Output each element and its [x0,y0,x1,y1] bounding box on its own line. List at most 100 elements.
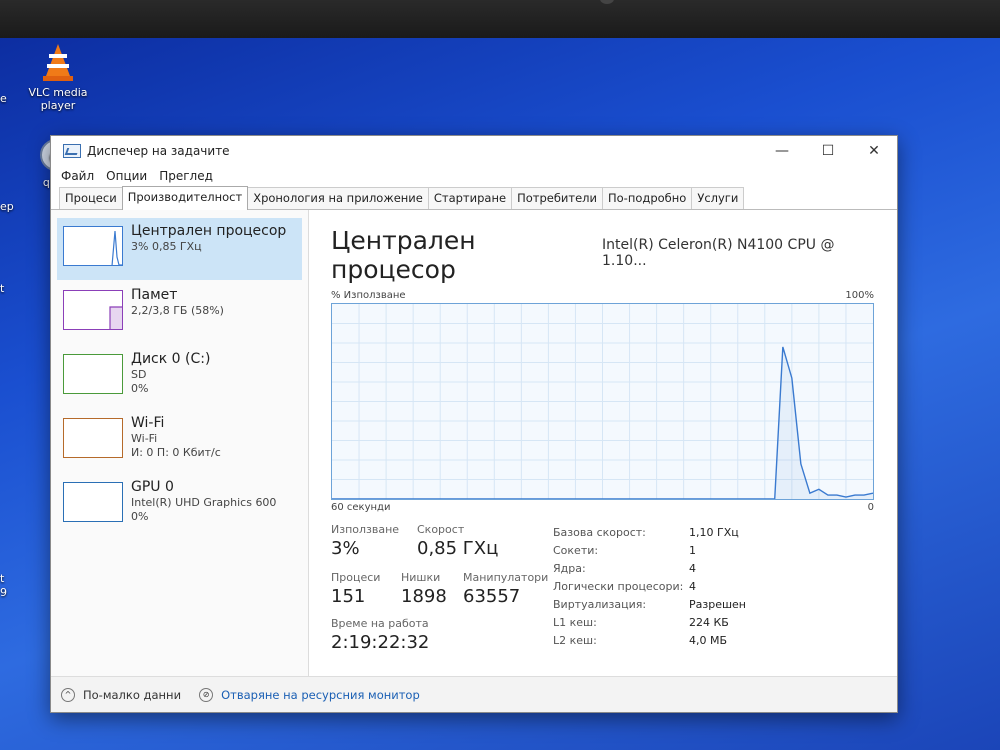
graph-y-label: % Използване [331,290,406,301]
performance-body: Централен процесор 3% 0,85 ГХц Памет 2,2… [51,210,897,676]
cpu-mini-graph [63,226,123,266]
close-button[interactable]: ✕ [851,136,897,166]
sidebar-item-memory[interactable]: Памет 2,2/3,8 ГБ (58%) [57,282,302,344]
memory-mini-graph [63,290,123,330]
sidebar-item-label: Wi-Fi [131,415,165,431]
chevron-up-icon: ^ [61,687,75,702]
desktop-icon-label: VLC media player [28,86,88,112]
sidebar-item-detail: SD [131,368,147,381]
page-title: Централен процесор [331,226,476,284]
task-manager-icon [63,144,81,158]
sidebar-item-label: Диск 0 (C:) [131,351,211,367]
title-bar[interactable]: Диспечер на задачите — ☐ ✕ [51,136,897,166]
resource-sidebar: Централен процесор 3% 0,85 ГХц Памет 2,2… [51,210,309,676]
desktop-icon-vlc[interactable]: VLC media player [18,42,98,112]
maximize-button[interactable]: ☐ [805,136,851,166]
wifi-mini-graph [63,418,123,458]
task-manager-window: Диспечер на задачите — ☐ ✕ Файл Опции Пр… [50,135,898,713]
sidebar-item-disk[interactable]: Диск 0 (C:) SD 0% [57,346,302,408]
tab-app-history[interactable]: Хронология на приложение [247,187,429,209]
graph-y-max: 100% [845,290,874,301]
spec-value: 4 [689,561,696,575]
disk-mini-graph [63,354,123,394]
window-title: Диспечер на задачите [87,144,230,158]
cpu-usage-chart [332,304,873,499]
sidebar-item-gpu[interactable]: GPU 0 Intel(R) UHD Graphics 600 0% [57,474,302,536]
resource-monitor-icon: ⊘ [199,687,214,702]
cpu-model-name: Intel(R) Celeron(R) N4100 CPU @ 1.10... [602,237,835,269]
tab-details[interactable]: По-подробно [601,187,693,209]
spec-value: 4 [689,579,696,593]
sidebar-item-detail: 3% 0,85 ГХц [131,240,202,253]
sidebar-item-detail: Wi-Fi [131,432,158,445]
spec-key: L1 кеш: [553,615,597,629]
fewer-details-label: По-малко данни [83,687,182,702]
spec-value: Разрешен [689,597,746,611]
cpu-usage-graph [331,303,874,500]
resource-monitor-label: Отваряне на ресурсния монитор [221,687,420,702]
tab-processes[interactable]: Процеси [59,187,123,209]
sidebar-item-label: Централен процесор [131,223,287,239]
cpu-mini-line [111,230,122,265]
screen-bezel [0,0,1000,38]
tab-startup[interactable]: Стартиране [427,187,513,209]
usage-value: 3% [331,538,360,559]
vlc-cone-icon [43,44,73,81]
menu-file[interactable]: Файл [61,169,94,183]
minimize-button[interactable]: — [759,136,805,166]
processes-value: 151 [331,586,366,607]
spec-key: Виртуализация: [553,597,647,611]
handles-label: Манипулатори [463,571,549,584]
gpu-mini-graph [63,482,123,522]
cpu-stats: Използване 3% Скорост 0,85 ГХц Процеси 1… [331,523,877,653]
speed-label: Скорост [417,523,465,536]
desktop-label-fragment: 9 [0,586,7,599]
footer-bar: ^ По-малко данни ⊘ Отваряне на ресурсния… [51,676,897,712]
spec-key: L2 кеш: [553,633,597,647]
speed-value: 0,85 ГХц [417,538,499,559]
spec-key: Логически процесори: [553,579,684,593]
uptime-label: Време на работа [331,617,429,630]
tab-performance[interactable]: Производителност [121,186,249,210]
spec-key: Сокети: [553,543,599,557]
handles-value: 63557 [463,586,521,607]
processes-label: Процеси [331,571,381,584]
spec-key: Ядра: [553,561,586,575]
desktop-label-fragment: ер [0,200,14,213]
sidebar-item-detail: 0% [131,510,149,523]
spec-value: 4,0 МБ [689,633,728,647]
open-resource-monitor-link[interactable]: ⊘ Отваряне на ресурсния монитор [199,687,420,702]
menu-options[interactable]: Опции [106,169,147,183]
fewer-details-button[interactable]: ^ По-малко данни [61,687,182,702]
threads-label: Нишки [401,571,441,584]
sidebar-item-detail: И: 0 П: 0 Кбит/с [131,446,221,459]
usage-label: Използване [331,523,400,536]
spec-key: Базова скорост: [553,525,646,539]
cpu-detail-panel: Централен процесор Intel(R) Celeron(R) N… [309,210,897,676]
desktop-label-fragment: t [0,282,5,295]
sidebar-item-cpu[interactable]: Централен процесор 3% 0,85 ГХц [57,218,302,280]
menu-bar: Файл Опции Преглед [51,166,897,186]
sidebar-item-detail: Intel(R) UHD Graphics 600 [131,496,277,509]
sidebar-item-label: GPU 0 [131,479,174,495]
graph-x-label: 60 секунди [331,502,391,513]
uptime-value: 2:19:22:32 [331,632,430,653]
memory-mini-fill [109,306,122,329]
tab-users[interactable]: Потребители [511,187,603,209]
menu-view[interactable]: Преглед [159,169,213,183]
sidebar-item-wifi[interactable]: Wi-Fi Wi-Fi И: 0 П: 0 Кбит/с [57,410,302,472]
sidebar-item-detail: 0% [131,382,149,395]
tab-bar: Процеси Производителност Хронология на п… [51,186,897,210]
tab-services[interactable]: Услуги [691,187,745,209]
desktop-label-fragment: е [0,92,7,105]
sidebar-item-detail: 2,2/3,8 ГБ (58%) [131,304,224,317]
threads-value: 1898 [401,586,447,607]
sidebar-item-label: Памет [131,287,178,303]
spec-value: 224 КБ [689,615,729,629]
graph-x-min: 0 [867,502,874,513]
spec-value: 1 [689,543,696,557]
desktop-label-fragment: t [0,572,5,585]
webcam [600,0,614,4]
cpu-spec-table: Базова скорост: 1,10 ГХц Сокети: 1 Ядра: 4 … [553,523,746,653]
spec-value: 1,10 ГХц [689,525,739,539]
